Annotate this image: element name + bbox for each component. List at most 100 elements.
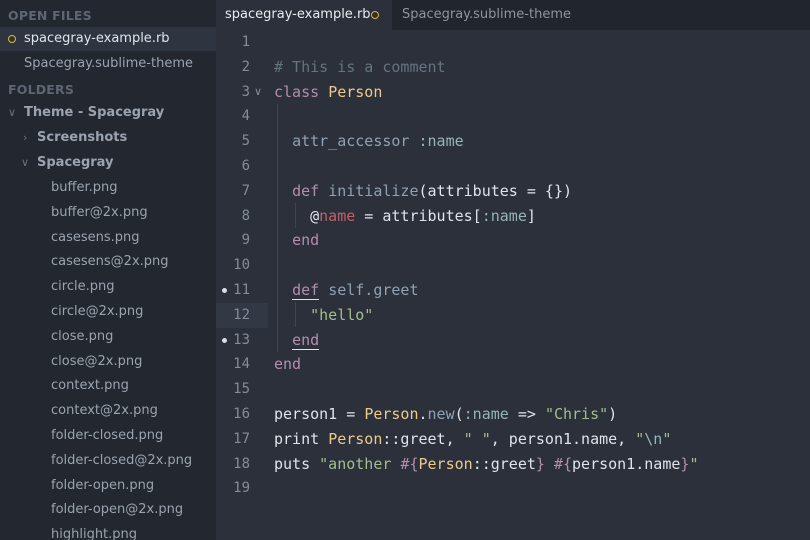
code-token: :name [418,132,464,151]
line-number: 14 [233,356,250,373]
code-line[interactable]: end [274,328,320,353]
code-line[interactable]: # This is a comment [274,55,446,80]
chevron-down-icon[interactable]: ∨ [8,101,16,125]
code-line[interactable]: def self.greet [274,278,419,303]
code-token: @ [274,206,320,225]
folder-label: Spacegray [37,155,114,170]
code-token: ::greet, [382,429,464,448]
file-item[interactable]: casesens@2x.png [0,250,216,274]
code-token: person1.name [572,454,681,473]
line-number: 7 [241,182,250,199]
code-token: "hello" [310,305,374,324]
indent-guide [295,302,296,327]
file-item[interactable]: close@2x.png [0,350,216,374]
file-item[interactable]: folder-open.png [0,474,216,498]
file-item[interactable]: buffer@2x.png [0,201,216,225]
file-item[interactable]: close.png [0,325,216,349]
fold-chevron-icon[interactable]: ∨ [254,80,262,105]
code-token: ( [454,405,464,423]
code-line[interactable]: end [274,352,301,377]
code-token: end [292,231,320,250]
code-token: (attributes = {}) [418,181,573,200]
code-line[interactable]: attr_accessor :name [274,129,464,154]
folder-screenshots[interactable]: › Screenshots [0,126,216,150]
code-line[interactable]: @name = attributes[:name] [274,204,536,229]
tab-bar: spacegray-example.rb Spacegray.sublime-t… [216,0,810,30]
line-number: 12 [233,306,250,323]
file-label: context@2x.png [51,403,158,419]
chevron-right-icon[interactable]: › [23,126,27,150]
code-token: Person [328,429,383,448]
tab-spacegray-example[interactable]: spacegray-example.rb [216,0,392,30]
indent-guide [277,104,278,352]
code-token: new [427,405,455,423]
code-token: print [274,429,329,448]
line-number: 19 [233,480,250,497]
file-item[interactable]: casesens.png [0,226,216,250]
file-item[interactable]: folder-closed@2x.png [0,449,216,473]
file-item[interactable]: circle.png [0,275,216,299]
file-item[interactable]: context@2x.png [0,399,216,423]
code-token: . [418,405,428,423]
code-line[interactable]: def initialize(attributes = {}) [274,179,572,204]
code-token: self.greet [328,281,419,299]
code-token: ::greet [472,454,536,473]
code-line[interactable]: print Person::greet, " ", person1.name, … [274,427,671,452]
code-line[interactable]: "hello" [274,303,373,328]
folder-theme-spacegray[interactable]: ∨ Theme - Spacegray [0,101,216,125]
tab-spacegray-theme[interactable]: Spacegray.sublime-theme [392,0,582,30]
file-label: circle.png [51,279,115,295]
file-label: folder-open@2x.png [51,502,184,518]
line-number: 8 [241,207,250,224]
line-number: 4 [241,108,250,125]
open-file-item[interactable]: Spacegray.sublime-theme [0,52,216,76]
file-label: folder-open.png [51,477,155,493]
code-token: = attributes[ [355,206,482,225]
modified-line-marker-icon [222,337,227,343]
modified-indicator-icon[interactable] [371,11,379,19]
code-token: person1 = [274,405,365,423]
chevron-down-icon[interactable]: ∨ [21,151,29,175]
code-token: # This is a comment [274,57,446,76]
code-token: :name [481,206,527,225]
line-number: 1 [241,34,250,50]
code-token: " [689,454,699,473]
open-file-label: Spacegray.sublime-theme [24,56,193,71]
file-item[interactable]: highlight.png [0,523,216,540]
open-file-item[interactable]: spacegray-example.rb [0,27,216,51]
file-label: close@2x.png [51,353,143,369]
file-item[interactable]: context.png [0,374,216,398]
code-token: , person1.name, [490,429,636,448]
code-line[interactable]: person1 = Person.new(:name => "Chris") [274,402,617,427]
code-token: def [292,281,320,300]
line-number: 10 [233,257,250,274]
code-line[interactable]: end [274,228,319,253]
code-token: Person [418,454,473,473]
line-number: 16 [233,406,250,422]
file-item[interactable]: folder-closed.png [0,424,216,448]
line-number: 2 [241,58,250,75]
file-item[interactable]: buffer.png [0,176,216,200]
code-token: :name [463,405,509,423]
open-file-label: spacegray-example.rb [24,31,170,46]
line-number: 5 [241,133,250,150]
code-token: \n [644,429,663,448]
file-item[interactable]: folder-open@2x.png [0,498,216,522]
open-files-header: OPEN FILES [8,8,92,23]
code-line[interactable]: class Person [274,80,382,105]
code-token: #{ [400,454,419,473]
file-item[interactable]: circle@2x.png [0,300,216,324]
code-line[interactable]: puts "another #{Person::greet} #{person1… [274,452,698,477]
file-label: circle@2x.png [51,304,144,319]
folder-spacegray[interactable]: ∨ Spacegray [0,151,216,175]
code-token: " " [463,429,491,448]
code-editor[interactable]: 1 2 3 ∨ 4 5 6 7 8 9 10 11 12 13 14 15 16 17 18 19 # This is… [216,30,810,540]
code-token: def [292,181,320,200]
code-token: class [274,82,320,101]
indent-guide [295,203,296,228]
folders-header: FOLDERS [8,82,75,97]
line-number: 9 [241,232,250,249]
